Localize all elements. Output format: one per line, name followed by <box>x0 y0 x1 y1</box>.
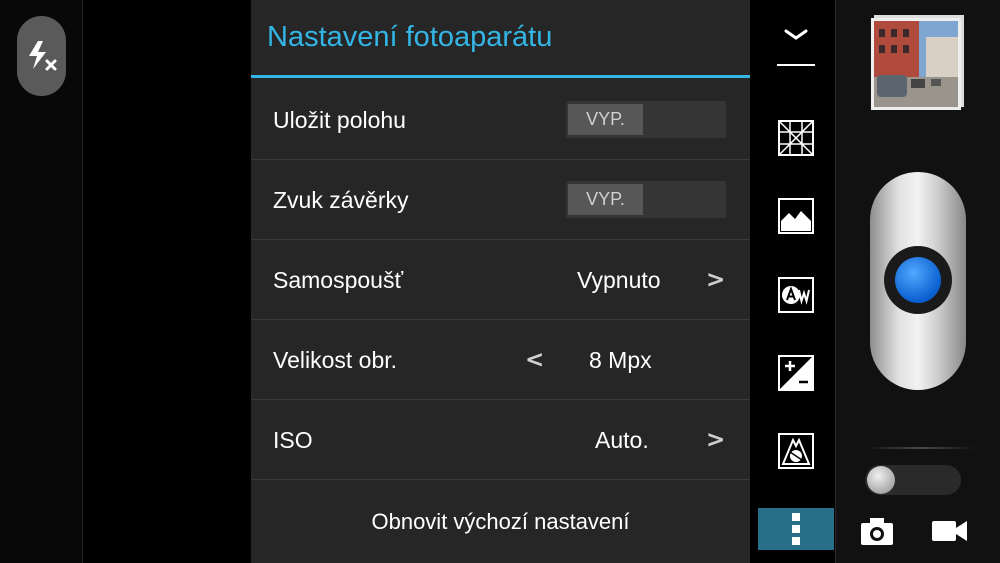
toggle-off-label: VYP. <box>568 184 643 215</box>
landscape-icon <box>778 198 814 234</box>
setting-label-image-size: Velikost obr. <box>273 347 398 373</box>
grid-icon <box>778 120 814 156</box>
mode-switch-knob[interactable] <box>867 466 895 494</box>
self-timer-value: Vypnuto <box>577 267 661 293</box>
left-control-bar <box>0 0 83 563</box>
image-size-value: 8 Mpx <box>589 347 652 373</box>
shutter-dot <box>895 257 941 303</box>
flash-button[interactable] <box>17 16 66 96</box>
right-control-bar <box>835 0 1000 563</box>
reset-defaults-button[interactable]: Obnovit výchozí nastavení <box>251 480 750 563</box>
setting-label-self-timer: Samospoušť <box>273 267 404 293</box>
divider <box>866 447 976 449</box>
camera-icon <box>861 518 893 545</box>
collapse-button[interactable] <box>771 18 821 66</box>
white-balance-auto-icon <box>778 277 814 313</box>
settings-icon-column <box>758 0 834 563</box>
setting-row-shutter-sound[interactable]: Zvuk závěrky VYP. <box>251 160 750 240</box>
more-settings-button[interactable] <box>758 508 834 550</box>
setting-row-save-location[interactable]: Uložit polohu VYP. <box>251 80 750 160</box>
photo-thumbnail-image <box>871 15 964 110</box>
more-vertical-icon <box>792 513 800 545</box>
setting-label-shutter-sound: Zvuk závěrky <box>273 187 409 213</box>
camera-video-mode-switch[interactable] <box>865 465 961 495</box>
setting-label-iso: ISO <box>273 427 313 453</box>
shutter-button[interactable] <box>870 172 966 390</box>
exposure-button[interactable] <box>777 354 815 392</box>
last-photo-thumbnail[interactable] <box>871 15 964 110</box>
setting-row-self-timer[interactable]: Samospoušť Vypnuto > <box>251 240 750 320</box>
image-size-prev-button[interactable]: < <box>525 320 544 400</box>
color-effect-icon <box>778 433 814 469</box>
white-balance-button[interactable] <box>777 276 815 314</box>
panel-title: Nastavení fotoaparátu <box>251 0 750 78</box>
grid-button[interactable] <box>777 119 815 157</box>
save-location-toggle[interactable]: VYP. <box>566 101 726 138</box>
scene-mode-button[interactable] <box>777 197 815 235</box>
shutter-ring <box>884 246 952 314</box>
color-effect-button[interactable] <box>777 432 815 470</box>
setting-row-image-size[interactable]: Velikost obr. < 8 Mpx <box>251 320 750 400</box>
shutter-sound-toggle[interactable]: VYP. <box>566 181 726 218</box>
video-icon <box>932 521 967 541</box>
exposure-icon <box>778 355 814 391</box>
toggle-off-label: VYP. <box>568 104 643 135</box>
flash-off-icon <box>28 41 56 71</box>
iso-value: Auto. <box>595 427 649 453</box>
setting-row-iso[interactable]: ISO Auto. > <box>251 400 750 480</box>
setting-label-save-location: Uložit polohu <box>273 107 406 133</box>
camera-settings-panel: Nastavení fotoaparátu Uložit polohu VYP.… <box>251 0 750 563</box>
chevron-down-icon <box>771 29 821 66</box>
self-timer-next-button[interactable]: > <box>706 240 725 320</box>
iso-next-button[interactable]: > <box>706 400 725 480</box>
